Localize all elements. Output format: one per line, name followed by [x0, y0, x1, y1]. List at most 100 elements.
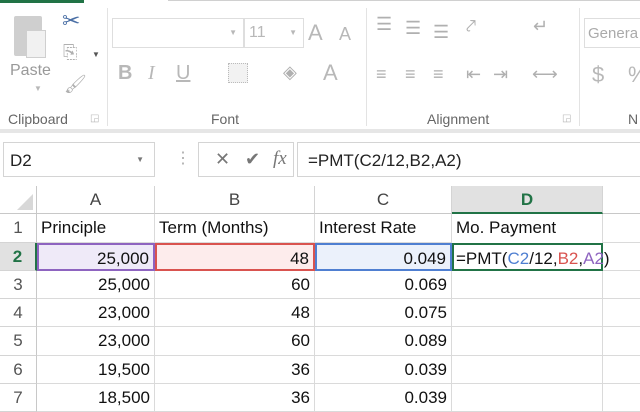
fill-color-icon[interactable]: ◈ — [283, 62, 297, 83]
decrease-indent-icon[interactable]: ⇤ — [466, 64, 481, 85]
grow-font-button[interactable]: A — [308, 20, 323, 46]
align-right-icon[interactable]: ≡ — [433, 64, 444, 85]
cut-icon[interactable]: ✂ — [62, 8, 80, 34]
file-tab-indicator — [0, 0, 84, 3]
copy-dropdown-icon[interactable]: ▼ — [92, 50, 100, 59]
cell-d5[interactable] — [452, 327, 603, 356]
cell-e6[interactable] — [603, 356, 640, 384]
cell-a7[interactable]: 18,500 — [37, 384, 155, 412]
font-size-input[interactable]: 11 ▼ — [244, 18, 304, 48]
paste-dropdown-icon: ▼ — [34, 84, 42, 93]
formula-part-c2: C2 — [507, 249, 530, 268]
number-format-select[interactable]: Genera — [584, 18, 640, 48]
cell-e1[interactable] — [603, 214, 640, 243]
cell-b1[interactable]: Term (Months) — [155, 214, 315, 243]
alignment-launcher-icon[interactable]: ◲ — [562, 113, 571, 124]
cell-a1[interactable]: Principle — [37, 214, 155, 243]
cell-c1[interactable]: Interest Rate — [315, 214, 452, 243]
row-header-5[interactable]: 5 — [0, 327, 37, 356]
cell-c6[interactable]: 0.039 — [315, 356, 452, 384]
align-bottom-icon[interactable]: ☰ — [433, 22, 449, 43]
underline-button[interactable]: U — [176, 62, 190, 85]
name-box[interactable]: D2 ▼ — [3, 142, 155, 177]
cell-c7[interactable]: 0.039 — [315, 384, 452, 412]
cell-a6[interactable]: 19,500 — [37, 356, 155, 384]
cell-c4[interactable]: 0.075 — [315, 299, 452, 327]
font-name-input[interactable]: ▼ — [112, 18, 244, 48]
alignment-group-label: Alignment — [427, 111, 490, 127]
select-all-button[interactable] — [0, 186, 37, 214]
wrap-text-icon[interactable]: ↵ — [533, 16, 548, 37]
align-left-icon[interactable]: ≡ — [376, 64, 387, 85]
chevron-down-icon: ▼ — [289, 28, 297, 37]
formula-input[interactable]: =PMT(C2/12,B2,A2) — [297, 142, 640, 177]
enter-icon[interactable]: ✔ — [245, 149, 260, 170]
font-group-label: Font — [211, 111, 240, 127]
column-header-e[interactable] — [603, 186, 640, 214]
currency-button[interactable]: $ — [592, 62, 604, 88]
italic-button[interactable]: I — [148, 62, 155, 85]
cell-b7[interactable]: 36 — [155, 384, 315, 412]
format-painter-icon[interactable]: 🖌 — [64, 74, 87, 95]
align-center-icon[interactable]: ≡ — [405, 64, 416, 85]
formula-part-a2: A2 — [583, 249, 604, 268]
cell-b3[interactable]: 60 — [155, 271, 315, 299]
paste-button[interactable]: Paste ▼ — [10, 12, 55, 97]
row-header-3[interactable]: 3 — [0, 271, 37, 299]
cell-e5[interactable] — [603, 327, 640, 356]
cell-a2[interactable]: 25,000 — [37, 243, 155, 271]
column-header-b[interactable]: B — [155, 186, 315, 214]
cell-b4[interactable]: 48 — [155, 299, 315, 327]
spreadsheet-grid: A B C D 1 Principle Term (Months) Interest … — [0, 186, 640, 412]
cancel-icon[interactable]: ✕ — [215, 149, 230, 170]
cell-d1[interactable]: Mo. Payment — [452, 214, 603, 243]
row-header-6[interactable]: 6 — [0, 356, 37, 384]
cell-e3[interactable] — [603, 271, 640, 299]
align-top-icon[interactable]: ☰ — [376, 14, 392, 35]
font-color-button[interactable]: A — [323, 60, 338, 86]
chevron-down-icon: ▼ — [229, 28, 237, 37]
cell-c2[interactable]: 0.049 — [315, 243, 452, 271]
insert-function-button[interactable]: fx — [273, 148, 287, 170]
cell-d6[interactable] — [452, 356, 603, 384]
number-group-label: N — [628, 111, 639, 127]
merge-center-icon[interactable]: ⟷ — [532, 64, 558, 85]
cell-c5[interactable]: 0.089 — [315, 327, 452, 356]
orientation-icon[interactable]: ⤤ — [466, 16, 476, 37]
cell-a5[interactable]: 23,000 — [37, 327, 155, 356]
cell-d7[interactable] — [452, 384, 603, 412]
column-header-d[interactable]: D — [452, 186, 603, 214]
cell-d4[interactable] — [452, 299, 603, 327]
chevron-down-icon[interactable]: ▼ — [136, 155, 144, 164]
formula-part-b2: B2 — [557, 249, 579, 268]
cell-c3[interactable]: 0.069 — [315, 271, 452, 299]
bold-button[interactable]: B — [118, 62, 132, 85]
formula-part-prefix: =PMT( — [456, 249, 508, 268]
row-header-1[interactable]: 1 — [0, 214, 37, 243]
increase-indent-icon[interactable]: ⇥ — [493, 64, 508, 85]
percent-button[interactable]: % — [628, 62, 640, 88]
cell-d3[interactable] — [452, 271, 603, 299]
ribbon: Paste ▼ ✂ ⎘ ▼ 🖌 Clipboard ◲ ▼ 11 ▼ A A B … — [0, 0, 640, 133]
column-header-a[interactable]: A — [37, 186, 155, 214]
row-header-7[interactable]: 7 — [0, 384, 37, 412]
formula-part-suffix: ) — [603, 249, 610, 268]
align-middle-icon[interactable]: ☰ — [405, 18, 421, 39]
cell-a3[interactable]: 25,000 — [37, 271, 155, 299]
cell-e7[interactable] — [603, 384, 640, 412]
active-cell-d2[interactable]: =PMT(C2/12,B2,A2) — [452, 243, 610, 271]
cell-b6[interactable]: 36 — [155, 356, 315, 384]
copy-icon[interactable]: ⎘ — [63, 42, 77, 63]
cell-b5[interactable]: 60 — [155, 327, 315, 356]
cell-a4[interactable]: 23,000 — [37, 299, 155, 327]
shrink-font-button[interactable]: A — [339, 24, 351, 45]
cell-e4[interactable] — [603, 299, 640, 327]
borders-button[interactable] — [228, 63, 248, 83]
formula-bar-grip-icon: ⋮ — [175, 150, 191, 167]
row-header-2[interactable]: 2 — [0, 243, 37, 271]
column-header-c[interactable]: C — [315, 186, 452, 214]
row-header-4[interactable]: 4 — [0, 299, 37, 327]
paste-label: Paste — [10, 62, 51, 79]
clipboard-launcher-icon[interactable]: ◲ — [90, 113, 99, 124]
cell-b2[interactable]: 48 — [155, 243, 315, 271]
